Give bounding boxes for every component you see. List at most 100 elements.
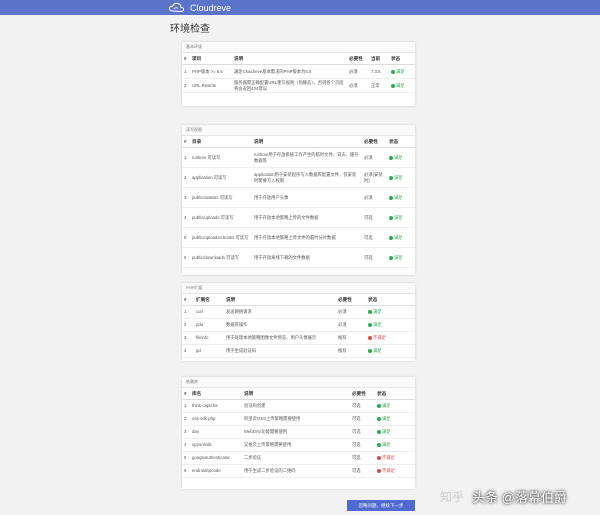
table-header-row: # 目录 说明 必要性 状态 — [182, 136, 415, 148]
item-cell: fileinfo — [194, 331, 224, 345]
status-text: 满足 — [396, 68, 405, 74]
num-cell: 6 — [182, 247, 190, 268]
table-row: 2 URL Rewrite 服务器需正确配置URL重写规则（伪静态），否则各个页面将… — [182, 78, 415, 93]
table-row: 6 public/downloads 可读写 用于存放离线下载的文件数据 可选 满足 — [182, 247, 415, 268]
brand-logo[interactable]: Cloudreve — [168, 2, 231, 13]
desc-cell: 验证码创建 — [242, 399, 350, 413]
num-cell: 1 — [182, 399, 190, 413]
num-cell: 5 — [182, 227, 190, 248]
table-row: 3 dav WebDAV功能需要使用 可选 满足 — [182, 425, 415, 439]
status-cell: 满足 — [375, 425, 415, 439]
basic-env-table: # 项目 说明 必要性 当前 状态 1 PHP版本 >= 5.6 满足Cloudreve基本需… — [182, 53, 415, 93]
item-cell: runtime 可读写 — [190, 147, 252, 168]
status-cell: 满足 — [387, 167, 415, 188]
column-header: 目录 — [190, 136, 252, 148]
status-cell: 满足 — [389, 78, 415, 93]
status-text: 满足 — [382, 429, 391, 435]
basic-env-card: 基本环境 # 项目 说明 必要性 当前 状态 1 PHP版本 >= 5.6 满足Cloudre… — [182, 42, 415, 106]
column-header: 当前 — [369, 53, 389, 65]
column-header: 扩展名 — [194, 294, 224, 306]
check-circle-icon — [377, 404, 381, 409]
column-header: 说明 — [252, 136, 362, 148]
num-cell: 3 — [182, 425, 190, 439]
req-cell: 必须 — [362, 187, 387, 208]
status-text: 满足 — [394, 234, 403, 240]
num-cell: 3 — [182, 331, 194, 345]
req-cell: 推荐 — [336, 331, 366, 345]
status-cell: 不满足 — [375, 464, 415, 478]
item-cell: googleauthenticator — [190, 451, 242, 465]
column-header: # — [182, 53, 190, 65]
desc-cell: 满足Cloudreve基本需求的PHP版本为5.6 — [232, 64, 347, 79]
req-cell: 可选 — [362, 227, 387, 248]
num-cell: 1 — [182, 147, 190, 168]
item-cell: URL Rewrite — [190, 78, 232, 93]
status-text: 满足 — [394, 174, 403, 180]
check-circle-icon — [389, 175, 393, 180]
column-header: 状态 — [375, 388, 415, 400]
table-row: 1 runtime 可读写 runtime用于存放系统工作产生的临时文件、日志、缓存… — [182, 147, 415, 168]
num-cell: 2 — [182, 78, 190, 93]
num-cell: 6 — [182, 464, 190, 478]
req-cell: 可选 — [362, 247, 387, 268]
status-text: 满足 — [373, 322, 382, 328]
desc-cell: 又拍云上传策略需要使用 — [242, 438, 350, 452]
page-title: 环境检查 — [170, 24, 210, 35]
check-circle-icon — [368, 310, 372, 315]
status-text: 满足 — [394, 194, 403, 200]
item-cell: dav — [190, 425, 242, 439]
status-text: 满足 — [373, 309, 382, 315]
check-circle-icon — [391, 83, 395, 88]
ignore-and-continue-button[interactable]: 忽略问题，继续下一步 — [347, 500, 415, 511]
watermark-text: 头条 @落幕伯爵 — [472, 489, 567, 505]
dependencies-table: # 库名 说明 必要性 状态 1 think-captcha 验证码创建 可选 满足 2 oss-s… — [182, 388, 415, 478]
item-cell: public/avatars 可读写 — [190, 187, 252, 208]
column-header: 必要性 — [350, 388, 375, 400]
req-cell: 可选 — [350, 412, 375, 426]
check-circle-icon — [389, 255, 393, 260]
status-cell: 满足 — [375, 438, 415, 452]
desc-cell: 用于存放本地策略上传的文件数据 — [252, 207, 362, 228]
status-cell: 满足 — [366, 344, 415, 358]
item-cell: public/downloads 可读写 — [190, 247, 252, 268]
status-cell: 满足 — [389, 64, 415, 79]
table-row: 4 upyun/sdk 又拍云上传策略需要使用 可选 满足 — [182, 438, 415, 452]
current-cell: 正常 — [369, 78, 389, 93]
section-title: 依赖库 — [182, 377, 415, 388]
num-cell: 4 — [182, 438, 190, 452]
item-cell: pdo — [194, 318, 224, 332]
php-extensions-card: PHP扩展 # 扩展名 说明 必要性 状态 1 curl 发送网络请求 必须 满足 2 pdo 数据库… — [182, 283, 415, 361]
status-cell: 满足 — [387, 207, 415, 228]
table-row: 3 fileinfo 用于处理本地策略图像文件预览、用户头像展示 推荐 不满足 — [182, 331, 415, 345]
item-cell: upyun/sdk — [190, 438, 242, 452]
watermark: 知乎 头条 @落幕伯爵 — [440, 482, 598, 510]
desc-cell: 发送网络请求 — [224, 305, 336, 319]
column-header: 项目 — [190, 53, 232, 65]
cross-circle-icon — [377, 469, 381, 474]
num-cell: 1 — [182, 64, 190, 79]
req-cell: 推荐 — [336, 344, 366, 358]
req-cell: 必须 — [336, 318, 366, 332]
table-row: 1 curl 发送网络请求 必须 满足 — [182, 305, 415, 319]
check-circle-icon — [368, 349, 372, 354]
status-cell: 满足 — [366, 305, 415, 319]
column-header: 说明 — [242, 388, 350, 400]
check-circle-icon — [389, 155, 393, 160]
check-circle-icon — [377, 430, 381, 435]
desc-cell: 数据库操作 — [224, 318, 336, 332]
desc-cell: 用于处理本地策略图像文件预览、用户头像展示 — [224, 331, 336, 345]
req-cell: 必须 — [347, 78, 369, 93]
column-header: 必要性 — [362, 136, 387, 148]
status-text: 满足 — [396, 82, 405, 88]
check-circle-icon — [391, 69, 395, 74]
table-row: 5 public/uploads/chunks 可读写 用于存放本地策略上传文件的临… — [182, 227, 415, 248]
status-cell: 不满足 — [375, 451, 415, 465]
req-cell: 可选 — [362, 207, 387, 228]
status-cell: 满足 — [366, 318, 415, 332]
req-cell: 必须 — [347, 64, 369, 79]
num-cell: 2 — [182, 318, 194, 332]
column-header: 状态 — [366, 294, 415, 306]
table-row: 3 public/avatars 可读写 用于存放用户头像 必须 满足 — [182, 187, 415, 208]
req-cell: 必须 — [362, 147, 387, 168]
num-cell: 4 — [182, 344, 194, 358]
